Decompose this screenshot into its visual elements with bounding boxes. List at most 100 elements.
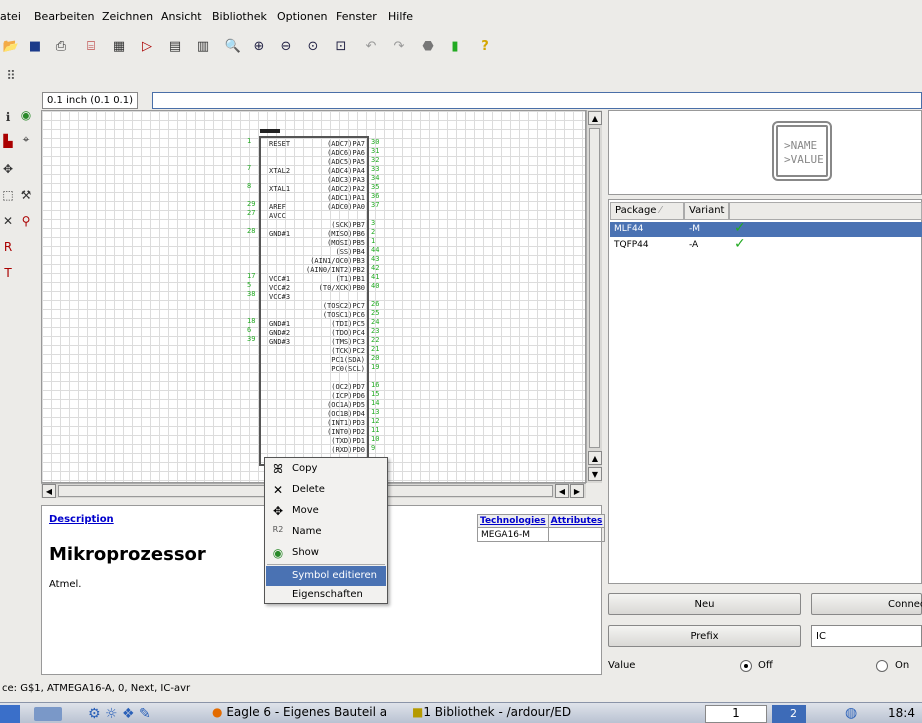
launcher-icons[interactable]: ⚙ ☼ ❖ ✎	[88, 706, 151, 722]
pin-label: (ADC2)PA2	[327, 185, 365, 193]
menu-item-show[interactable]: ◉ Show	[266, 543, 386, 563]
taskbar-firefox[interactable]: ● Eagle 6 - Eigenes Bauteil a	[212, 705, 387, 723]
attribute-cell[interactable]	[547, 527, 606, 542]
menu-draw[interactable]: Zeichnen	[102, 10, 153, 23]
column-variant[interactable]: Variant	[684, 202, 729, 220]
menu-help[interactable]: Hilfe	[388, 10, 413, 23]
package-row[interactable]: MLF44 -M ✓	[610, 220, 922, 237]
pin-number: 35	[371, 183, 380, 191]
move-icon[interactable]: ✥	[0, 161, 16, 177]
help-icon[interactable]: ?	[474, 35, 496, 57]
zoom-select-icon[interactable]: ⊡	[330, 35, 352, 57]
pin-number: 19	[371, 363, 380, 371]
zoom-redraw-icon[interactable]: ⊙	[302, 35, 324, 57]
change-icon[interactable]: ⚒	[18, 187, 34, 203]
pin-number: 31	[371, 147, 380, 155]
vertical-scroll-thumb[interactable]	[589, 128, 600, 448]
grid-display[interactable]: 0.1 inch (0.1 0.1)	[42, 92, 138, 109]
technologies-link[interactable]: Technologies	[477, 514, 549, 528]
vertical-scrollbar[interactable]: ▲ ▲ ▼	[586, 110, 602, 483]
package-row[interactable]: TQFP44 -A ✓	[610, 236, 922, 253]
info-icon[interactable]: ℹ	[0, 109, 16, 125]
menu-item-edit-symbol[interactable]: Symbol editieren	[266, 566, 386, 586]
pin-label: (T0/XCK)PB0	[318, 284, 365, 292]
taskbar-eagle[interactable]: ■1 Bibliothek - /ardour/ED	[412, 705, 571, 723]
description-link[interactable]: Description	[49, 514, 114, 525]
pin-number: 42	[371, 264, 380, 272]
ulp-icon[interactable]: ▥	[192, 35, 214, 57]
technology-cell[interactable]: MEGA16-M	[477, 527, 549, 542]
desktop-icon[interactable]	[34, 707, 62, 721]
mark-icon[interactable]: ⌖	[18, 131, 34, 147]
pin-label: AREF	[269, 203, 286, 211]
stop-icon[interactable]: ⬣	[417, 35, 439, 57]
column-package[interactable]: Package ⁄	[610, 202, 684, 220]
workspace-button[interactable]: 2	[772, 705, 806, 723]
pin-number: 10	[371, 435, 380, 443]
menu-library[interactable]: Bibliothek	[212, 10, 267, 23]
menu-options[interactable]: Optionen	[277, 10, 327, 23]
network-icon[interactable]: ◍	[845, 705, 857, 721]
menu-item-name[interactable]: R2 Name	[266, 522, 386, 542]
open-icon[interactable]: 📂	[0, 35, 22, 57]
command-input[interactable]	[152, 92, 922, 109]
pin-label: (ADC3)PA3	[327, 176, 365, 184]
attribute-icon[interactable]: T	[0, 265, 16, 281]
scroll-left-icon[interactable]: ◀	[42, 484, 56, 498]
menu-item-move[interactable]: ✥ Move	[266, 501, 386, 521]
script-icon[interactable]: ▤	[164, 35, 186, 57]
show-icon[interactable]: ◉	[18, 107, 34, 123]
delete-tool-icon[interactable]: ✕	[0, 213, 16, 229]
value-off-radio[interactable]	[740, 660, 752, 672]
group-icon[interactable]: ⬚	[0, 187, 16, 203]
schematic-icon[interactable]: ⌸	[80, 35, 102, 57]
prefix-field[interactable]: IC	[811, 625, 922, 647]
menu-file[interactable]: atei	[0, 10, 21, 23]
scroll-up-icon[interactable]: ▲	[588, 111, 602, 125]
display-icon[interactable]: ▙	[0, 133, 16, 149]
value-label: Value	[608, 660, 636, 671]
connect-button[interactable]: Connect	[811, 593, 922, 615]
new-button[interactable]: Neu	[608, 593, 801, 615]
zoom-in-icon[interactable]: ⊕	[248, 35, 270, 57]
undo-icon[interactable]: ↶	[360, 35, 382, 57]
value-on-radio[interactable]	[876, 660, 888, 672]
pin-label: (SS)PB4	[335, 248, 365, 256]
pin-number: 37	[371, 201, 380, 209]
name-tool-icon[interactable]: R	[0, 239, 16, 255]
schematic-canvas[interactable]: RESET 1 XTAL2 7 XTAL1 8 AREF 29 AVCC 27 GND#1 28 VCC…	[41, 110, 586, 483]
menu-edit[interactable]: Bearbeiten	[34, 10, 94, 23]
prefix-button[interactable]: Prefix	[608, 625, 801, 647]
menu-window[interactable]: Fenster	[336, 10, 377, 23]
pin-icon[interactable]: ⚲	[18, 213, 34, 229]
context-menu: ꕤ Copy ✕ Delete ✥ Move R2 Name ◉ Show Symbol …	[264, 457, 388, 604]
go-icon[interactable]: ▮	[444, 35, 466, 57]
pin-label: VCC#2	[269, 284, 291, 292]
board-icon[interactable]: ▦	[108, 35, 130, 57]
zoom-out-icon[interactable]: ⊖	[275, 35, 297, 57]
redo-icon[interactable]: ↷	[388, 35, 410, 57]
attributes-link[interactable]: Attributes	[547, 514, 606, 528]
pin-label: PC1(SDA)	[331, 356, 365, 364]
symbol-icon[interactable]: ▷	[136, 35, 158, 57]
menu-item-copy[interactable]: ꕤ Copy	[266, 459, 386, 479]
pin-number: 33	[371, 165, 380, 173]
print-icon[interactable]: ⎙	[50, 35, 72, 57]
scroll-up2-icon[interactable]: ▲	[588, 451, 602, 465]
menu-item-delete[interactable]: ✕ Delete	[266, 480, 386, 500]
scroll-right-icon[interactable]: ▶	[570, 484, 584, 498]
desktop-pager[interactable]: 1	[705, 705, 767, 723]
save-icon[interactable]: ■	[24, 35, 46, 57]
zoom-fit-icon[interactable]: 🔍	[222, 35, 244, 57]
menu-item-properties[interactable]: Eigenschaften	[266, 585, 386, 605]
pin-number: 9	[371, 444, 376, 452]
grid-icon[interactable]: ⠿	[0, 65, 22, 87]
pin-number: 16	[371, 381, 380, 389]
scroll-left2-icon[interactable]: ◀	[555, 484, 569, 498]
pin-number: 11	[371, 426, 380, 434]
menu-view[interactable]: Ansicht	[161, 10, 202, 23]
start-icon[interactable]	[0, 705, 20, 723]
pin-label: (MOSI)PB5	[327, 239, 365, 247]
scroll-down-icon[interactable]: ▼	[588, 467, 602, 481]
status-bar: ce: G$1, ATMEGA16-A, 0, Next, IC-avr	[2, 683, 191, 694]
